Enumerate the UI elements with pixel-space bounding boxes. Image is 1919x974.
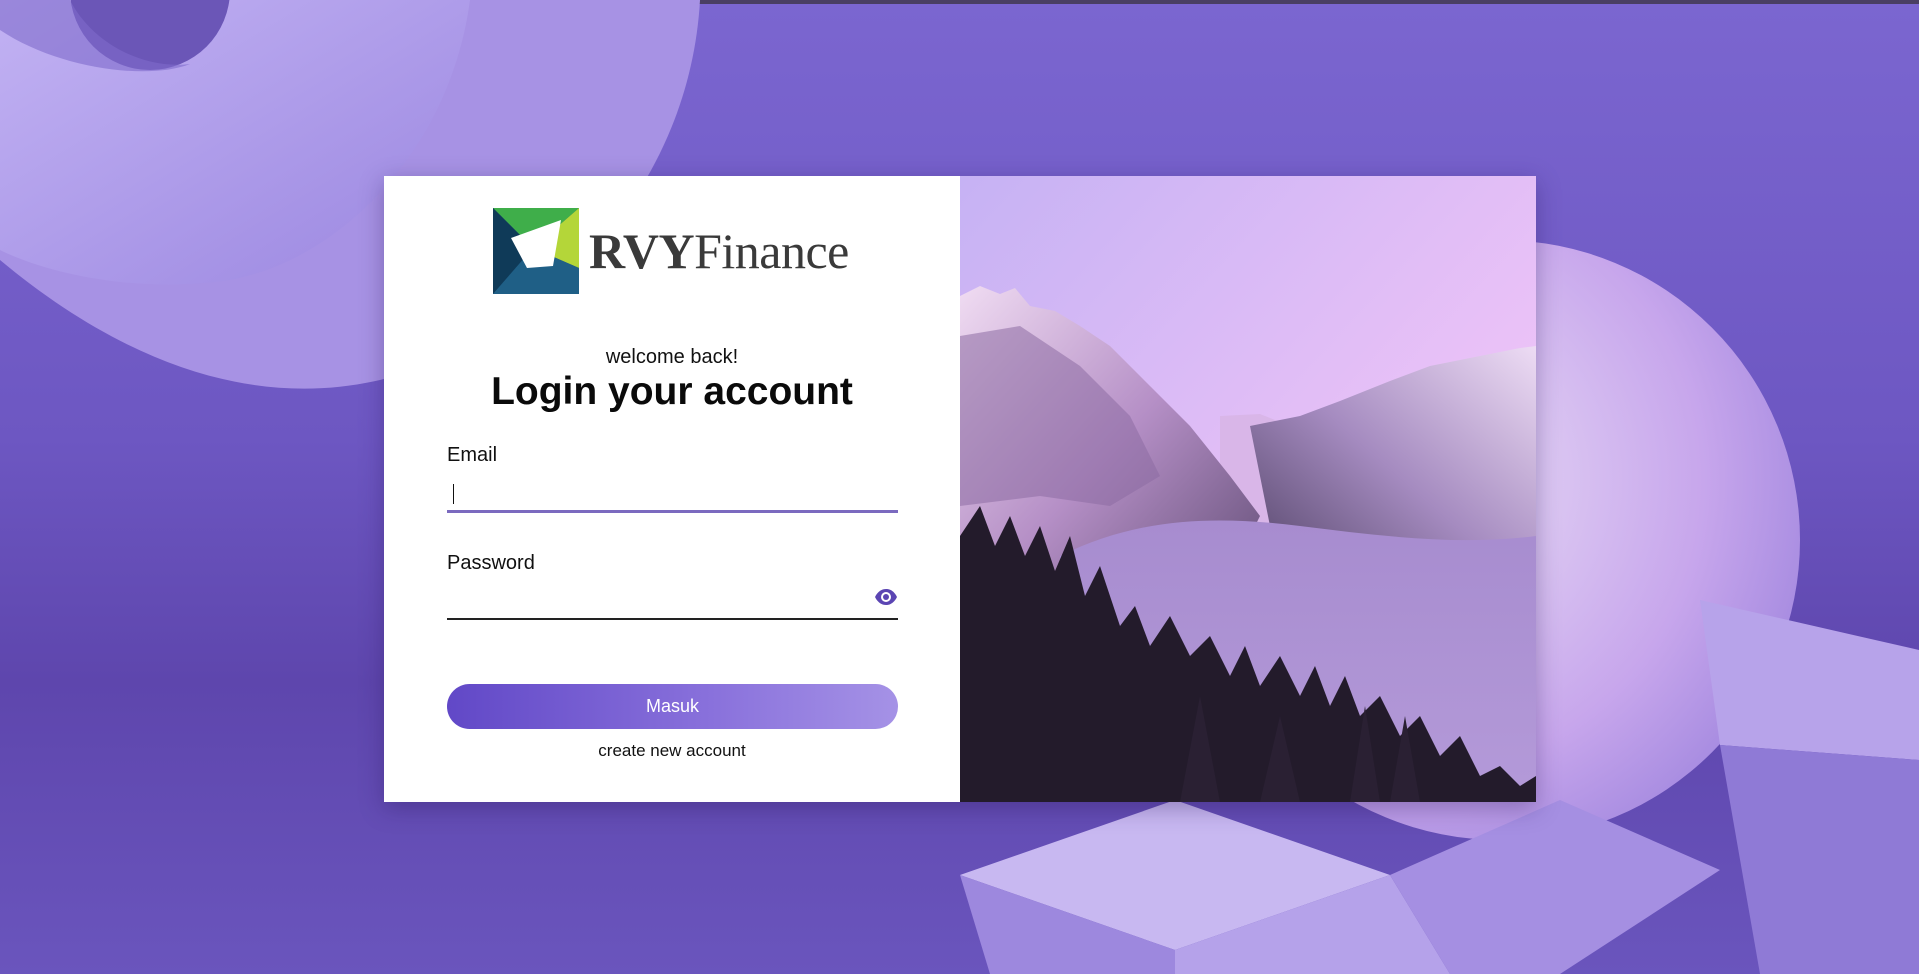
email-label: Email xyxy=(447,444,498,466)
rvy-logo-icon xyxy=(493,208,579,294)
welcome-text: welcome back! xyxy=(605,346,739,368)
show-password-icon[interactable] xyxy=(874,585,898,609)
brand-logo[interactable]: RVYFinance xyxy=(493,208,849,294)
login-card: RVYFinance welcome back! Login your acco… xyxy=(384,176,1536,802)
text-cursor xyxy=(453,484,454,504)
password-underline xyxy=(447,618,898,620)
brand-name: RVYFinance xyxy=(589,222,849,280)
brand-name-bold: RVY xyxy=(589,223,695,279)
password-label: Password xyxy=(447,552,535,574)
create-account-link[interactable]: create new account xyxy=(384,741,960,761)
mountain-landscape-picture xyxy=(960,176,1536,802)
password-field[interactable] xyxy=(447,583,867,615)
email-field[interactable] xyxy=(447,477,898,509)
login-panel: RVYFinance welcome back! Login your acco… xyxy=(384,176,960,802)
login-button[interactable]: Masuk xyxy=(447,684,898,729)
email-underline xyxy=(447,510,898,513)
brand-name-light: Finance xyxy=(694,223,849,279)
mountain-image xyxy=(960,176,1536,802)
page-title: Login your account xyxy=(491,370,853,413)
